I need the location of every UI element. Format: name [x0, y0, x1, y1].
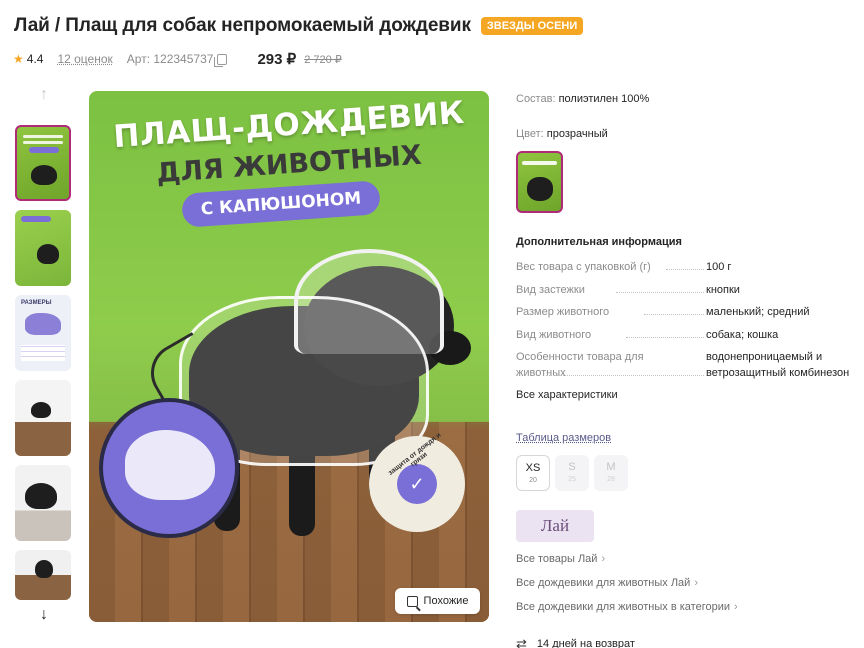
spec-value: собака; кошка	[706, 328, 779, 341]
composition-value: полиэтилен 100%	[558, 93, 650, 105]
size-name: S	[568, 461, 576, 473]
color-option-thumbnail[interactable]	[516, 151, 563, 213]
specs-list: Вес товара с упаковкой (г) 100 г Вид зас…	[516, 259, 864, 389]
thumb-text-line	[522, 161, 557, 165]
spec-dots	[626, 336, 704, 338]
thumb-pill	[21, 216, 51, 222]
similar-button-label: Похожие	[423, 595, 469, 607]
spec-value: маленький; средний	[706, 306, 810, 318]
color-value: прозрачный	[546, 128, 608, 140]
article-number: Арт: 122345737	[126, 52, 214, 66]
raincoat-hood	[294, 249, 444, 354]
additional-info-title: Дополнительная информация	[516, 236, 682, 248]
thumb-dog	[25, 483, 57, 509]
link-label: Все дождевики для животных Лай	[516, 577, 691, 589]
meta-row: ★ 4.4 12 оценок Арт: 122345737 293 ₽ 2 7…	[13, 50, 342, 68]
returns-text: 14 дней на возврат	[536, 638, 635, 648]
thumbnail-5[interactable]	[15, 465, 71, 541]
spec-value: водонепроницаемый и ветрозащитный комбин…	[706, 351, 850, 379]
spec-name: Вид застежки	[516, 283, 585, 296]
brand-logo[interactable]: Лай	[516, 510, 594, 542]
thumb-pill	[29, 147, 59, 153]
link-label: Все товары Лай	[516, 553, 598, 565]
star-icon: ★	[13, 52, 24, 66]
product-title: Лай / Плащ для собак непромокаемый дожде…	[14, 15, 471, 36]
thumb-dog	[31, 402, 51, 418]
size-option-xs[interactable]: XS 20	[516, 455, 550, 491]
size-table-link[interactable]: Таблица размеров	[516, 432, 611, 444]
spec-name: Размер животного	[516, 306, 610, 318]
spec-dots	[644, 314, 704, 315]
thumb-text-line	[23, 135, 63, 138]
spec-row: Вид животного собака; кошка	[516, 327, 864, 350]
folded-coat-circle	[99, 398, 239, 538]
size-number: 28	[607, 476, 615, 483]
size-option-m[interactable]: M 28	[594, 455, 628, 491]
color: Цвет: прозрачный	[516, 128, 608, 140]
size-name: M	[606, 461, 616, 473]
thumbnail-6[interactable]	[15, 550, 71, 600]
main-product-image[interactable]: ПЛАЩ-ДОЖДЕВИК ДЛЯ ЖИВОТНЫХ С КАПЮШОНОМ з…	[89, 91, 489, 622]
spec-dots	[546, 375, 704, 376]
image-hood-pill: С КАПЮШОНОМ	[181, 180, 381, 228]
rating-value: 4.4	[26, 52, 44, 66]
similar-button[interactable]: Похожие	[395, 588, 480, 614]
composition: Состав: полиэтилен 100%	[516, 93, 649, 105]
title-row: Лай / Плащ для собак непромокаемый дожде…	[14, 15, 584, 37]
spec-dots	[666, 269, 704, 270]
thumbnail-gallery: ↑ РАЗМЕРЫ ↓	[15, 86, 73, 623]
return-arrows-icon: ⇄	[516, 636, 527, 648]
spec-dots	[616, 291, 704, 293]
link-category-raincoats[interactable]: Все дождевики для животных в категории ›	[516, 601, 738, 613]
size-name: XS	[525, 462, 541, 474]
spec-name: Вид животного	[516, 328, 592, 341]
thumb-text-line	[23, 141, 63, 144]
promo-badge[interactable]: ЗВЕЗДЫ ОСЕНИ	[480, 17, 584, 35]
current-price: 293 ₽	[257, 51, 297, 68]
spec-value: кнопки	[706, 283, 740, 296]
size-selector: XS 20 S 25 M 28	[516, 455, 628, 491]
color-label: Цвет:	[516, 128, 544, 140]
link-brand-raincoats[interactable]: Все дождевики для животных Лай ›	[516, 577, 698, 589]
old-price: 2 720 ₽	[304, 53, 342, 66]
spec-name: Особенности товара для животных	[516, 351, 644, 379]
thumb-dog	[37, 244, 59, 264]
reviews-link[interactable]: 12 оценок	[57, 52, 112, 66]
link-all-brand-products[interactable]: Все товары Лай ›	[516, 553, 605, 565]
thumbnail-2[interactable]	[15, 210, 71, 286]
thumb-size-table	[21, 345, 65, 361]
folded-coat	[125, 430, 215, 500]
spec-row: Особенности товара для животных водонепр…	[516, 349, 864, 389]
thumb-dog	[35, 560, 53, 578]
returns-info: ⇄ 14 дней на возврат	[516, 636, 635, 648]
copy-icon[interactable]	[214, 53, 228, 67]
chevron-right-icon: ›	[734, 601, 738, 613]
size-option-s[interactable]: S 25	[555, 455, 589, 491]
chevron-right-icon: ›	[601, 553, 606, 565]
spec-name: Вес товара с упаковкой (г)	[516, 261, 651, 273]
thumb-sizes-label: РАЗМЕРЫ	[21, 300, 52, 306]
thumb-dog	[31, 165, 57, 185]
size-number: 25	[568, 476, 576, 483]
size-number: 20	[529, 477, 537, 484]
thumbnail-3[interactable]: РАЗМЕРЫ	[15, 295, 71, 371]
arrow-down-icon[interactable]: ↓	[15, 606, 73, 626]
chevron-right-icon: ›	[694, 577, 698, 589]
composition-label: Состав:	[516, 93, 556, 105]
spec-row: Вид застежки кнопки	[516, 282, 864, 305]
protection-badge: защита от дождя и грязи ✓	[369, 432, 465, 532]
spec-row: Размер животного маленький; средний	[516, 304, 864, 327]
thumbnail-4[interactable]	[15, 380, 71, 456]
spec-value: 100 г	[706, 261, 732, 273]
thumbnail-1[interactable]	[15, 125, 71, 201]
all-characteristics-link[interactable]: Все характеристики	[516, 389, 618, 401]
spec-row: Вес товара с упаковкой (г) 100 г	[516, 259, 864, 282]
link-label: Все дождевики для животных в категории	[516, 601, 731, 613]
thumb-dog	[527, 177, 553, 201]
thumb-dog-silhouette	[25, 313, 61, 335]
search-image-icon	[406, 595, 418, 607]
arrow-up-icon[interactable]: ↑	[15, 86, 73, 106]
